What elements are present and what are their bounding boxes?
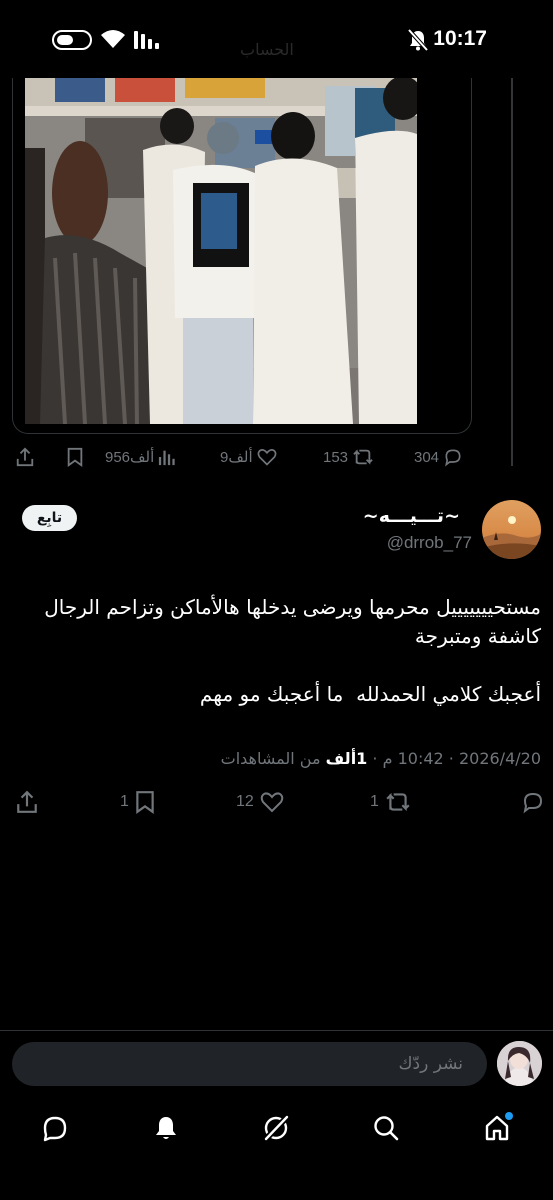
nav-messages[interactable] (35, 1108, 75, 1148)
heart-icon (260, 792, 284, 813)
wifi-icon (101, 30, 125, 48)
bookmark-action[interactable] (66, 444, 84, 470)
repost-count: 153 (323, 448, 349, 466)
tweet-views-label: من المشاهدات (220, 749, 321, 768)
bookmark-count: 1 (120, 793, 129, 810)
nav-notifications[interactable] (146, 1108, 186, 1148)
tweet-views-count[interactable]: 1ألف (326, 749, 368, 768)
reply-action[interactable]: 304 (414, 444, 463, 470)
repost-action[interactable]: 1 (370, 788, 411, 816)
repost-icon (386, 792, 410, 812)
reply-input[interactable] (12, 1042, 487, 1086)
tweet-time: 10:42 م (382, 749, 444, 768)
repost-action[interactable]: 153 (323, 444, 374, 470)
tweet-date: 2026/4/20 (458, 749, 541, 768)
media-card[interactable] (12, 78, 472, 434)
notifications-icon (156, 1117, 176, 1139)
tweet-meta: 2026/4/20 · 10:42 م · 1ألف من المشاهدات (221, 749, 541, 768)
bottom-nav (0, 1100, 553, 1200)
heart-icon (257, 449, 276, 466)
status-bar: الحساب 10:17 (0, 0, 553, 78)
search-icon (374, 1116, 399, 1141)
nav-grok[interactable] (256, 1108, 296, 1148)
reply-divider (0, 1030, 553, 1031)
bookmark-icon (136, 791, 154, 814)
views-action[interactable]: 956ألف (105, 444, 176, 470)
share-action[interactable] (15, 444, 35, 470)
bell-off-icon (407, 29, 429, 51)
views-count: 956ألف (105, 449, 155, 466)
author-handle[interactable]: @drrob_77 (387, 533, 472, 553)
previous-tweet-actions: 304 153 9ألف 956ألف (0, 444, 553, 470)
like-action[interactable]: 12 (236, 788, 284, 816)
like-count: 12 (236, 793, 254, 810)
repost-count: 1 (370, 793, 379, 810)
share-icon (17, 790, 37, 813)
nav-search[interactable] (366, 1108, 406, 1148)
battery-icon (52, 30, 92, 50)
status-time: 10:17 (433, 27, 487, 50)
like-action[interactable]: 9ألف (220, 444, 277, 470)
messages-icon (43, 1116, 67, 1142)
author-display-name[interactable]: ~تـــيـــه~ (363, 505, 460, 527)
nav-home[interactable] (477, 1108, 517, 1148)
views-icon (159, 450, 175, 466)
reply-icon (523, 792, 543, 814)
thread-line (511, 78, 513, 466)
tweet-text: مستحيييييييل محرمها ويرضى يدخلها هالأماك… (44, 595, 541, 706)
share-action[interactable] (15, 788, 39, 816)
repost-icon (353, 449, 373, 465)
meta-separator: · (443, 749, 454, 768)
nav-home-badge (505, 1112, 513, 1120)
author-avatar[interactable] (482, 500, 541, 559)
tweet-actions: 1 12 1 (0, 788, 553, 816)
follow-button[interactable]: تابِع (22, 505, 77, 531)
status-ghost-text: الحساب (240, 40, 294, 59)
share-icon (16, 447, 34, 467)
grok-icon (262, 1113, 291, 1143)
reply-icon (445, 449, 461, 467)
signal-icon (134, 31, 159, 49)
tweet-photo[interactable] (25, 78, 417, 424)
reply-action[interactable] (515, 788, 545, 816)
meta-separator: · (367, 749, 378, 768)
current-user-avatar[interactable] (497, 1041, 542, 1086)
like-count: 9ألف (220, 449, 253, 466)
bookmark-action[interactable]: 1 (120, 788, 155, 816)
reply-count: 304 (414, 448, 440, 466)
bookmark-icon (67, 447, 83, 467)
